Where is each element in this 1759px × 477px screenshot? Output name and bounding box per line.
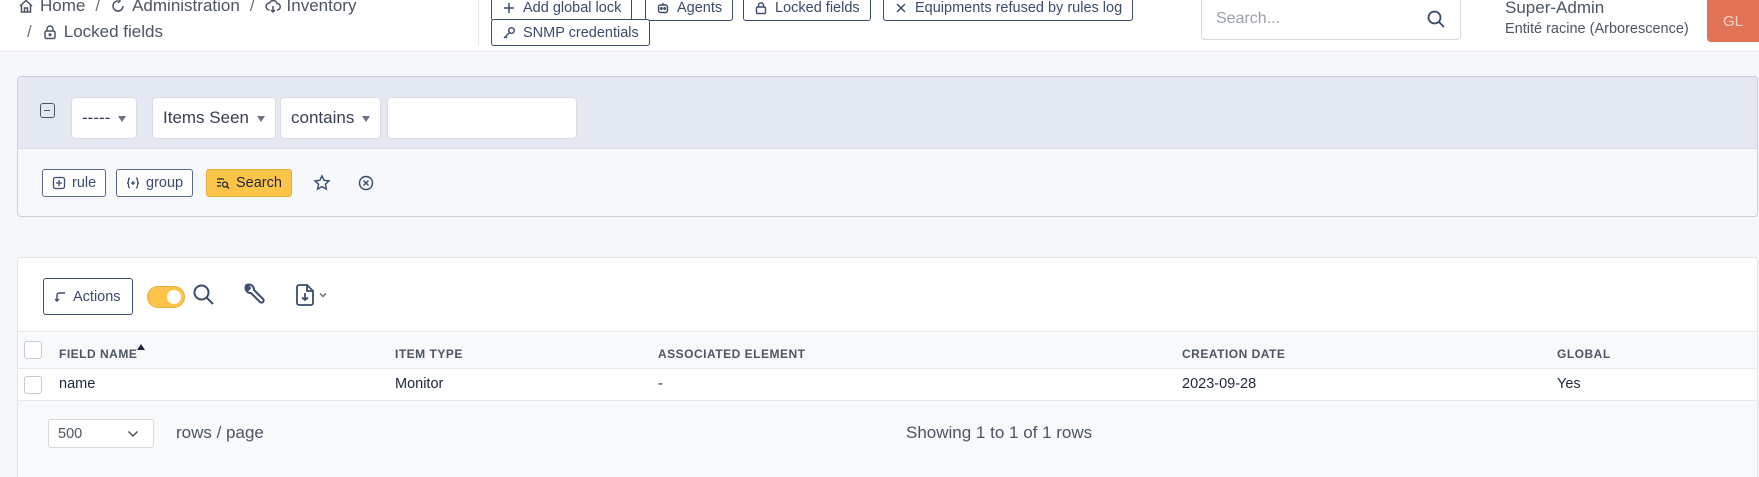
refused-log-button[interactable]: Equipments refused by rules log <box>883 0 1134 21</box>
user-menu[interactable]: Super-Admin Entité racine (Arborescence) <box>1505 0 1689 37</box>
caret-down-icon <box>362 116 371 122</box>
cell-field-name[interactable]: name <box>59 376 95 392</box>
refused-log-label: Equipments refused by rules log <box>915 0 1123 16</box>
robot-icon <box>657 2 669 13</box>
cell-creation-date: 2023-09-28 <box>1182 376 1257 392</box>
add-group-button[interactable]: group <box>116 169 194 197</box>
global-search-input[interactable] <box>1216 7 1416 31</box>
locked-fields-button[interactable]: Locked fields <box>743 0 871 21</box>
breadcrumb-separator: / <box>27 22 32 41</box>
global-search <box>1201 0 1461 40</box>
lock-icon <box>755 1 767 14</box>
column-header-creation-date[interactable]: CREATION DATE <box>1182 347 1285 361</box>
star-icon[interactable] <box>313 174 331 192</box>
breadcrumb-administration[interactable]: Administration <box>110 0 240 16</box>
add-rule-button[interactable]: rule <box>42 169 107 197</box>
field-select-value: Items Seen <box>163 108 249 127</box>
agents-button[interactable]: Agents <box>645 0 734 21</box>
table-row[interactable]: name Monitor - 2023-09-28 Yes <box>18 369 1757 401</box>
criteria-row: ----- Items Seen contains <box>18 77 1757 149</box>
search-icon[interactable] <box>1426 9 1446 29</box>
breadcrumb-separator: / <box>249 0 255 15</box>
table-footer: 500 rows / page Showing 1 to 1 of 1 rows <box>18 401 1757 477</box>
search-button[interactable]: Search <box>206 169 292 197</box>
actions-label: Actions <box>73 288 121 305</box>
search-criteria-panel: ----- Items Seen contains rule group Sea… <box>17 76 1758 217</box>
caret-down-icon <box>118 116 127 122</box>
link-select[interactable]: ----- <box>71 97 138 139</box>
user-entity: Entité racine (Arborescence) <box>1505 21 1689 37</box>
snmp-credentials-label: SNMP credentials <box>523 24 639 41</box>
operator-select[interactable]: contains <box>280 97 382 139</box>
link-select-value: ----- <box>82 108 111 127</box>
add-global-lock-label: Add global lock <box>523 0 622 16</box>
rows-per-page-select[interactable]: 500 <box>48 419 154 448</box>
field-select[interactable]: Items Seen <box>152 97 276 139</box>
select-all-checkbox[interactable] <box>24 341 42 359</box>
search-button-label: Search <box>236 175 282 191</box>
column-header-item-type[interactable]: ITEM TYPE <box>395 347 463 361</box>
search-icon[interactable] <box>191 282 217 308</box>
agents-label: Agents <box>677 0 723 16</box>
breadcrumb-separator: / <box>95 0 101 15</box>
breadcrumb: Home / Administration / Inventory <box>18 0 356 16</box>
rows-per-page-value: 500 <box>58 425 83 442</box>
breadcrumb-home[interactable]: Home <box>18 0 85 16</box>
column-header-field-name[interactable]: FIELD NAME <box>59 347 137 361</box>
square-plus-icon <box>52 176 66 190</box>
snmp-credentials-button[interactable]: SNMP credentials <box>491 19 650 46</box>
cell-associated-element: - <box>658 376 663 392</box>
cell-item-type: Monitor <box>395 376 444 392</box>
cloud-download-icon <box>264 0 281 14</box>
breadcrumb-locked-fields-label: Locked fields <box>63 22 163 41</box>
criteria-value-input[interactable] <box>387 97 577 139</box>
results-card: Actions FIELD NAME ITEM TYPE ASSOCIATED … <box>17 257 1758 477</box>
breadcrumb-row-2: / Locked fields <box>27 22 163 42</box>
arrow-corner-icon <box>55 291 65 302</box>
wrench-icon[interactable] <box>240 282 266 308</box>
add-rule-label: rule <box>72 175 97 191</box>
key-icon <box>503 26 515 38</box>
pagination-summary: Showing 1 to 1 of 1 rows <box>906 423 1093 442</box>
plus-icon <box>504 2 514 13</box>
add-global-lock-button[interactable]: Add global lock <box>491 0 633 21</box>
table-header: FIELD NAME ITEM TYPE ASSOCIATED ELEMENT … <box>18 331 1757 369</box>
cycle-icon <box>112 0 124 12</box>
row-checkbox[interactable] <box>24 376 42 394</box>
circle-x-icon[interactable] <box>357 174 375 192</box>
operator-select-value: contains <box>291 108 355 127</box>
breadcrumb-locked-fields[interactable]: Locked fields <box>42 22 163 42</box>
locked-fields-label: Locked fields <box>775 0 860 16</box>
cell-global: Yes <box>1557 376 1581 392</box>
rows-per-page-label: rows / page <box>176 423 264 442</box>
lock-icon <box>43 25 56 40</box>
avatar[interactable]: GL <box>1707 0 1759 42</box>
breadcrumb-home-label: Home <box>40 0 86 15</box>
caret-down-icon <box>257 116 265 122</box>
breadcrumb-inventory[interactable]: Inventory <box>264 0 357 16</box>
braces-plus-icon <box>126 177 140 189</box>
chevron-down-icon <box>127 430 139 438</box>
chevron-down-icon[interactable] <box>318 290 328 300</box>
column-header-global[interactable]: GLOBAL <box>1557 347 1611 361</box>
home-icon <box>19 0 33 13</box>
list-search-icon <box>217 178 230 189</box>
close-icon <box>896 2 906 13</box>
actions-button[interactable]: Actions <box>43 278 133 315</box>
column-header-associated-element[interactable]: ASSOCIATED ELEMENT <box>658 347 805 361</box>
header-divider <box>478 0 479 46</box>
add-group-label: group <box>146 175 184 191</box>
breadcrumb-inventory-label: Inventory <box>286 0 357 15</box>
breadcrumb-administration-label: Administration <box>132 0 240 15</box>
sort-ascending-icon <box>137 344 145 350</box>
top-header: Home / Administration / Inventory / Lock… <box>0 0 1759 52</box>
criteria-toggle[interactable] <box>147 286 185 308</box>
collapse-icon[interactable] <box>40 103 55 118</box>
file-export-icon[interactable] <box>292 282 318 308</box>
user-name: Super-Admin <box>1505 0 1605 17</box>
